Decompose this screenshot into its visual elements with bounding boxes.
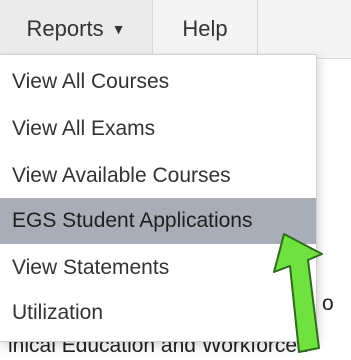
chevron-down-icon: ▼ (111, 21, 126, 37)
arrow-up-left-icon (273, 233, 323, 353)
menu-item-label: View All Courses (12, 70, 170, 93)
menu-item-label: EGS Student Applications (12, 209, 253, 232)
menu-item-label: Utilization (12, 301, 104, 324)
help-menu-label: Help (182, 16, 228, 41)
reports-menu-label: Reports (26, 16, 104, 41)
top-menu-bar: Reports ▼ Help (0, 0, 351, 59)
menu-item-label: View Statements (12, 256, 170, 279)
menu-item-view-all-courses[interactable]: View All Courses (0, 59, 316, 105)
menu-item-view-available-courses[interactable]: View Available Courses (0, 153, 316, 199)
menu-item-label: View All Exams (12, 117, 156, 140)
reports-menu[interactable]: Reports ▼ (0, 0, 153, 58)
help-menu[interactable]: Help (153, 0, 258, 58)
screenshot-stage: Reports ▼ Help o inical Education and Wo… (0, 0, 351, 360)
menu-item-view-all-exams[interactable]: View All Exams (0, 106, 316, 152)
menu-item-label: View Available Courses (12, 164, 231, 187)
